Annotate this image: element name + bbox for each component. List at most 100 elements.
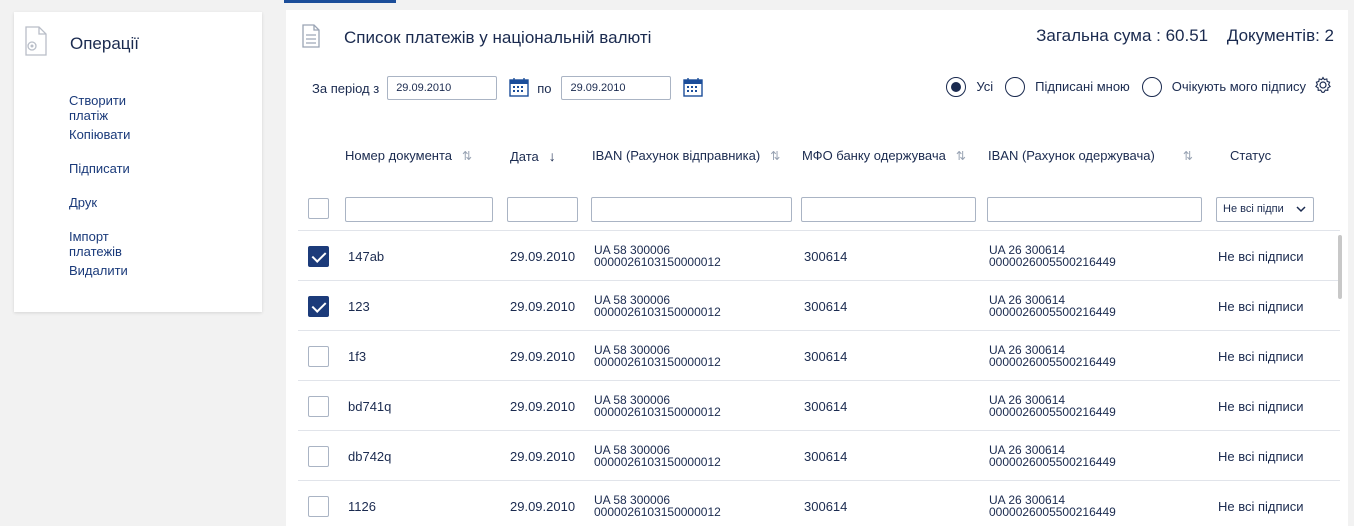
mfo: 300614: [804, 398, 848, 414]
status: Не всі підписи: [1218, 348, 1304, 364]
document-icon: [302, 24, 320, 53]
status: Не всі підписи: [1218, 398, 1304, 414]
mfo: 300614: [804, 298, 848, 314]
sign-filter: Усі Підписані мною Очікують мого підпису: [946, 76, 1332, 97]
filter-mfo[interactable]: [801, 197, 976, 222]
iban-sender: UA 58 300006 0000026103150000012: [594, 393, 721, 419]
document-gear-icon: [22, 26, 48, 61]
row-checkbox[interactable]: [308, 345, 329, 367]
col-header-mfo[interactable]: МФО банку одержувача ⇅: [802, 148, 966, 163]
radio-awaiting[interactable]: [1141, 76, 1162, 97]
op-delete[interactable]: Видалити: [69, 263, 128, 278]
period-from-label: За період з: [312, 80, 380, 96]
active-tab-accent: [284, 0, 396, 3]
documents-count: Документів: 2: [1226, 26, 1334, 45]
doc-date: 29.09.2010: [510, 348, 576, 364]
status: Не всі підписи: [1218, 448, 1304, 464]
payments-panel: Список платежів у національній валюті За…: [286, 10, 1348, 526]
filter-status-select[interactable]: Не всі підпи: [1216, 197, 1314, 222]
iban-sender: UA 58 300006 0000026103150000012: [594, 243, 721, 269]
period-filter: За період з 29.09.2010 по 29.09.2010: [312, 76, 711, 100]
row-checkbox[interactable]: [308, 495, 329, 517]
radio-awaiting-label: Очікують мого підпису: [1171, 79, 1306, 94]
radio-signed-by-me-label: Підписані мною: [1035, 79, 1130, 94]
row-checkbox[interactable]: [308, 445, 329, 467]
sort-icon[interactable]: ⇅: [770, 149, 780, 163]
iban-receiver: UA 26 300614 0000026005500216449: [989, 493, 1116, 519]
iban-sender: UA 58 300006 0000026103150000012: [594, 443, 721, 469]
filter-doc-number[interactable]: [345, 197, 493, 222]
calendar-icon[interactable]: [509, 77, 529, 100]
filter-iban-sender[interactable]: [591, 197, 792, 222]
col-header-doc-number[interactable]: Номер документа ⇅: [345, 148, 472, 163]
doc-date: 29.09.2010: [510, 498, 576, 514]
sort-icon[interactable]: ⇅: [956, 149, 966, 163]
op-sign[interactable]: Підписати: [69, 161, 130, 176]
doc-number: 1126: [348, 498, 376, 514]
totals: Загальна сума : 60.51 Документів: 2: [1036, 26, 1334, 46]
chevron-down-icon: [1296, 198, 1306, 229]
radio-signed-by-me[interactable]: [1005, 76, 1026, 97]
iban-sender: UA 58 300006 0000026103150000012: [594, 343, 721, 369]
doc-number: 123: [348, 298, 370, 314]
operations-title: Операції: [70, 33, 140, 53]
status: Не всі підписи: [1218, 248, 1304, 264]
table-row[interactable]: 1f3 29.09.2010 UA 58 300006 0000026103150…: [298, 330, 1340, 380]
table-row[interactable]: db742q 29.09.2010 UA 58 300006 0000026103…: [298, 430, 1340, 480]
period-to-label: по: [537, 80, 552, 96]
iban-receiver: UA 26 300614 0000026005500216449: [989, 243, 1116, 269]
iban-sender: UA 58 300006 0000026103150000012: [594, 293, 721, 319]
radio-all-label: Усі: [976, 79, 994, 94]
mfo: 300614: [804, 348, 848, 364]
op-create-payment[interactable]: Створити платіж: [69, 93, 126, 123]
sort-icon[interactable]: ⇅: [462, 149, 472, 163]
doc-number: bd741q: [348, 398, 392, 414]
col-header-status[interactable]: Статус: [1230, 148, 1271, 163]
col-header-iban-sender[interactable]: IBAN (Рахунок відправника) ⇅: [592, 148, 780, 163]
iban-sender: UA 58 300006 0000026103150000012: [594, 493, 721, 519]
status: Не всі підписи: [1218, 498, 1304, 514]
op-import-payments[interactable]: Імпорт платежів: [69, 229, 122, 259]
op-print[interactable]: Друк: [69, 195, 97, 210]
total-sum: Загальна сума : 60.51: [1036, 26, 1209, 45]
doc-date: 29.09.2010: [510, 298, 576, 314]
doc-number: 1f3: [348, 348, 367, 364]
operations-panel: Операції Створити платіж Копіювати Підпи…: [14, 12, 262, 312]
date-to-input[interactable]: 29.09.2010: [561, 76, 672, 100]
doc-date: 29.09.2010: [510, 398, 576, 414]
filter-iban-receiver[interactable]: [987, 197, 1202, 222]
status: Не всі підписи: [1218, 298, 1304, 314]
select-all-checkbox[interactable]: [308, 198, 329, 219]
row-checkbox[interactable]: [308, 395, 329, 417]
radio-all[interactable]: [946, 76, 967, 97]
iban-receiver: UA 26 300614 0000026005500216449: [989, 343, 1116, 369]
doc-number: 147ab: [348, 248, 385, 264]
row-checkbox[interactable]: [308, 245, 329, 267]
doc-date: 29.09.2010: [510, 448, 576, 464]
doc-number: db742q: [348, 448, 392, 464]
mfo: 300614: [804, 498, 848, 514]
operations-header: Операції: [22, 26, 139, 61]
mfo: 300614: [804, 248, 848, 264]
table-row[interactable]: 1126 29.09.2010 UA 58 300006 000002610315…: [298, 480, 1340, 526]
mfo: 300614: [804, 448, 848, 464]
sort-icon[interactable]: ⇅: [1183, 149, 1193, 163]
sort-down-arrow-icon[interactable]: ↓: [549, 148, 556, 164]
gear-icon[interactable]: [1314, 76, 1332, 97]
table-row[interactable]: 123 29.09.2010 UA 58 300006 0000026103150…: [298, 280, 1340, 330]
table-row[interactable]: 147ab 29.09.2010 UA 58 300006 00000261031…: [298, 230, 1340, 280]
doc-date: 29.09.2010: [510, 248, 576, 264]
op-copy[interactable]: Копіювати: [69, 127, 130, 142]
col-header-date[interactable]: Дата ↓: [510, 148, 556, 164]
table-row[interactable]: bd741q 29.09.2010 UA 58 300006 0000026103…: [298, 380, 1340, 430]
row-checkbox[interactable]: [308, 295, 329, 317]
date-from-input[interactable]: 29.09.2010: [387, 76, 498, 100]
iban-receiver: UA 26 300614 0000026005500216449: [989, 393, 1116, 419]
filter-date[interactable]: [507, 197, 578, 222]
iban-receiver: UA 26 300614 0000026005500216449: [989, 443, 1116, 469]
col-header-iban-receiver[interactable]: IBAN (Рахунок одержувача) ⇅: [988, 148, 1193, 163]
iban-receiver: UA 26 300614 0000026005500216449: [989, 293, 1116, 319]
scrollbar-thumb[interactable]: [1338, 235, 1342, 299]
page-title: Список платежів у національній валюті: [344, 28, 652, 47]
calendar-icon[interactable]: [683, 77, 704, 100]
